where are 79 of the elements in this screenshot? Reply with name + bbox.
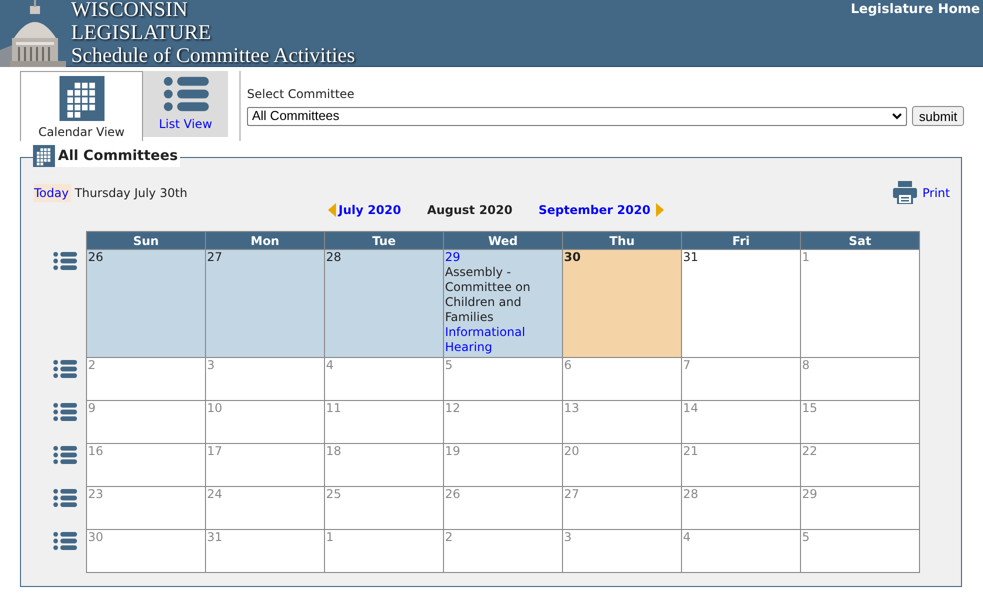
site-title: WISCONSIN [71,0,189,21]
day-number: 6 [564,358,572,372]
day-number: 29 [802,487,818,501]
site-title: LEGISLATURE [71,21,212,44]
day-number: 17 [207,444,222,458]
panel-title: All Committees [58,146,178,166]
day-number: 10 [207,401,222,415]
day-number: 4 [326,358,334,372]
day-number: 31 [683,250,698,264]
day-number: 25 [326,487,342,501]
today-link[interactable]: Today [34,184,71,202]
day-number: 28 [683,487,698,501]
weekday-header: Sun [86,232,206,250]
day-number: 24 [207,487,222,501]
next-month-link[interactable]: September 2020 [538,201,664,219]
site-title: Schedule of Committee Activities [71,44,356,67]
view-tab[interactable]: List View [143,71,228,137]
chevron-icon [892,112,902,120]
day-number: 8 [802,358,810,372]
day-number: 7 [683,358,691,372]
event-link[interactable]: Informational Hearing [445,325,561,355]
day-number: 1 [802,250,810,264]
submit-button[interactable]: submit [912,106,964,126]
day-number: 19 [445,444,460,458]
day-number: 15 [802,401,818,415]
day-number: 4 [683,530,691,544]
list-icon [162,75,208,113]
day-number: 16 [88,444,104,458]
list-icon [53,401,77,423]
select-label: Select Committee [247,86,356,103]
view-tab[interactable]: Calendar View [20,71,143,141]
home-link[interactable]: Legislature Home [850,0,983,20]
previous-month-link[interactable]: July 2020 [328,201,402,219]
weekday-header: Sat [800,232,920,250]
weekday-header: Thu [562,232,682,250]
event-title: Assembly - Committee on Children and Families [445,265,532,325]
day-number: 3 [207,358,215,372]
weekday-header: Wed [444,232,562,250]
committee-select[interactable]: All Committees [247,106,907,126]
day-number: 23 [88,487,104,501]
left-arrow-icon [328,203,336,217]
list-icon [53,358,77,380]
list-icon [53,487,77,509]
day-number: 3 [564,530,572,544]
day-number: 28 [326,250,342,264]
list-icon [53,530,77,552]
today-date: Thursday July 30th [74,184,188,202]
calendar-icon [58,76,104,121]
day-number: 26 [445,487,460,501]
day-number: 11 [326,401,342,415]
day-number: 27 [207,250,222,264]
print-link[interactable]: Print [893,181,950,204]
day-number: 14 [683,401,698,415]
weekday-header: Tue [324,232,444,250]
day-number: 18 [326,444,342,458]
day-number: 31 [207,530,222,544]
day-number: 5 [445,358,453,372]
current-month: August 2020 [427,202,512,219]
day-number: 30 [88,530,104,544]
day-link[interactable]: 29 [445,250,460,264]
day-number: 13 [564,401,580,415]
day-number: 22 [802,444,818,458]
day-number: 20 [564,444,580,458]
day-number: 2 [445,530,453,544]
weekday-header: Mon [206,232,324,250]
day-number: 2 [88,358,96,372]
day-number: 27 [564,487,580,501]
list-icon [53,250,77,272]
day-number: 30 [564,250,581,264]
weekday-header: Fri [682,232,800,250]
day-number: 26 [88,250,104,264]
day-number: 21 [683,444,698,458]
day-number: 12 [445,401,460,415]
day-number: 5 [802,530,810,544]
right-arrow-icon [656,203,664,217]
printer-icon [893,181,918,204]
list-icon [53,444,77,466]
day-number: 1 [326,530,334,544]
day-number: 9 [88,401,96,415]
